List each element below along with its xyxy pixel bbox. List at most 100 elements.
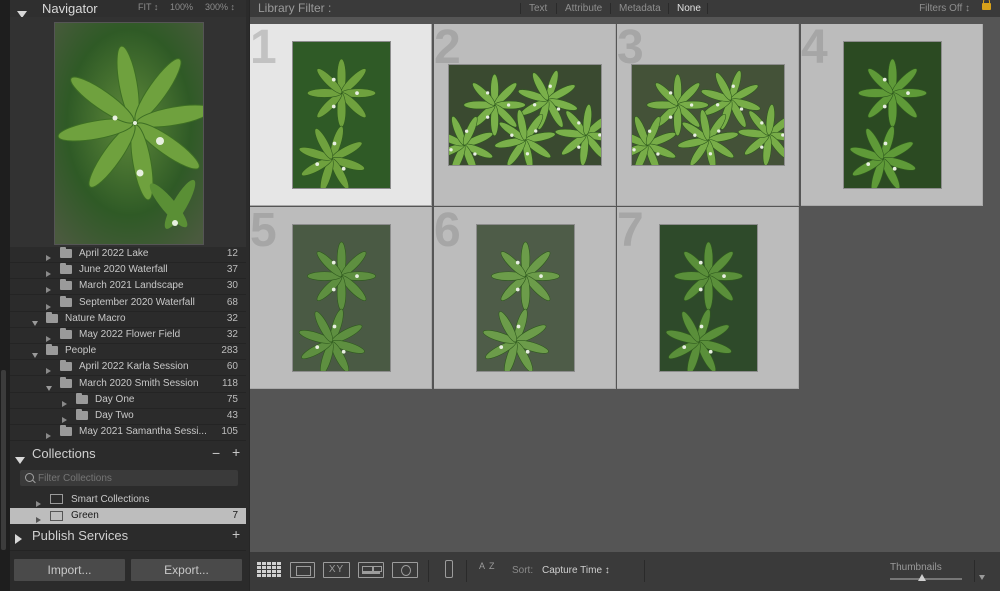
folder-icon — [46, 344, 58, 355]
filter-tab-attribute[interactable]: Attribute — [565, 0, 602, 17]
thumbnail-cell[interactable]: 6 — [434, 204, 616, 389]
publish-services-expand-icon[interactable] — [15, 531, 22, 549]
left-panel-scrollbar[interactable] — [1, 370, 6, 550]
thumbnail-grid[interactable]: 1 234 5 6 7 — [250, 17, 1000, 552]
folder-icon — [76, 409, 88, 420]
navigator-photo[interactable] — [54, 22, 213, 245]
folder-item[interactable]: Nature Macro 32 — [10, 311, 246, 327]
collections-header[interactable]: Collections − + — [10, 444, 246, 464]
cell-index-number: 4 — [801, 21, 828, 74]
folder-icon — [46, 312, 58, 323]
remove-collection-button[interactable]: − — [212, 445, 220, 461]
thumbnail-cell[interactable]: 3 — [617, 21, 799, 206]
filter-collections-input[interactable] — [38, 470, 233, 486]
collection-icon — [50, 511, 63, 521]
collection-label: Smart Collections — [71, 494, 150, 505]
painter-spray-icon[interactable] — [445, 560, 453, 578]
publish-services-header[interactable]: Publish Services + — [10, 526, 246, 546]
zoom-100-option[interactable]: 100% — [170, 2, 193, 12]
compare-view-icon[interactable]: XY — [323, 562, 350, 578]
filter-tab-none[interactable]: None — [677, 0, 701, 17]
folder-icon — [60, 425, 72, 436]
divider — [520, 3, 521, 14]
folder-icon — [60, 377, 72, 388]
folder-label: May 2021 Samantha Sessi... — [79, 426, 207, 437]
folder-count: 30 — [226, 280, 238, 291]
folder-icon — [60, 328, 72, 339]
photo-thumbnail[interactable] — [292, 224, 391, 372]
folder-label: April 2022 Lake — [79, 248, 149, 259]
thumbnail-cell[interactable]: 5 — [250, 204, 432, 389]
lock-icon[interactable] — [982, 0, 991, 10]
folder-item[interactable]: Day Two 43 — [10, 408, 246, 424]
folder-icon — [76, 393, 88, 404]
import-button[interactable]: Import... — [14, 559, 125, 581]
folder-icon — [60, 279, 72, 290]
loupe-view-icon[interactable] — [290, 562, 315, 578]
folder-count: 32 — [226, 329, 238, 340]
folder-item[interactable]: September 2020 Waterfall 68 — [10, 295, 246, 311]
collection-item-smart-collections[interactable]: Smart Collections — [10, 492, 246, 508]
cell-index-number: 7 — [617, 204, 644, 257]
folder-label: Day One — [95, 394, 135, 405]
sort-dropdown[interactable]: Capture Time ↕ — [542, 565, 610, 576]
search-icon — [25, 473, 34, 482]
divider — [707, 3, 708, 14]
photo-thumbnail[interactable] — [448, 64, 602, 166]
folder-label: September 2020 Waterfall — [79, 297, 195, 308]
sort-direction-icon[interactable]: A Z — [479, 561, 496, 571]
photo-thumbnail[interactable] — [659, 224, 758, 372]
folder-count: 32 — [226, 313, 238, 324]
collection-item-green[interactable]: Green 7 — [10, 508, 246, 524]
thumbnail-cell[interactable]: 2 — [434, 21, 616, 206]
add-publish-service-button[interactable]: + — [232, 526, 240, 542]
folder-count: 68 — [226, 297, 238, 308]
filter-collections-field[interactable] — [20, 470, 238, 486]
smart-collection-set-icon — [50, 494, 63, 504]
grid-view-icon[interactable] — [257, 562, 281, 578]
cell-index-number: 1 — [250, 21, 277, 74]
add-collection-button[interactable]: + — [232, 444, 240, 460]
publish-services-title: Publish Services — [32, 528, 129, 543]
thumbnail-cell[interactable]: 7 — [617, 204, 799, 389]
filter-tab-metadata[interactable]: Metadata — [619, 0, 661, 17]
folder-count: 75 — [226, 394, 238, 405]
thumbnail-size-slider-knob[interactable] — [918, 574, 927, 581]
folder-count: 118 — [222, 378, 238, 389]
survey-view-icon[interactable] — [358, 562, 384, 578]
folder-item[interactable]: People 283 — [10, 343, 246, 359]
navigator-header[interactable]: Navigator FIT ↕ 100% 300% ↕ — [10, 0, 246, 18]
folder-item[interactable]: March 2020 Smith Session 118 — [10, 376, 246, 392]
photo-thumbnail[interactable] — [292, 41, 391, 189]
filters-off-dropdown[interactable]: Filters Off ↕ — [919, 0, 970, 17]
divider — [10, 440, 246, 441]
folder-icon — [60, 263, 72, 274]
divider — [668, 3, 669, 14]
toolbar-menu-icon[interactable] — [979, 567, 985, 585]
folder-item[interactable]: June 2020 Waterfall 37 — [10, 262, 246, 278]
divider — [610, 3, 611, 14]
thumbnail-cell[interactable]: 1 — [250, 21, 432, 206]
folder-label: June 2020 Waterfall — [79, 264, 168, 275]
photo-thumbnail[interactable] — [843, 41, 942, 189]
divider — [974, 560, 975, 582]
folder-item[interactable]: April 2022 Karla Session 60 — [10, 359, 246, 375]
expand-icon[interactable] — [46, 429, 51, 445]
filter-tab-text[interactable]: Text — [529, 0, 547, 17]
thumbnails-label: Thumbnails — [890, 562, 942, 573]
folder-count: 37 — [226, 264, 238, 275]
thumbnail-cell[interactable]: 4 — [801, 21, 983, 206]
zoom-fit-option[interactable]: FIT ↕ — [138, 2, 158, 12]
folder-item[interactable]: May 2021 Samantha Sessi... 105 — [10, 424, 246, 440]
folder-item[interactable]: March 2021 Landscape 30 — [10, 278, 246, 294]
folder-item[interactable]: Day One 75 — [10, 392, 246, 408]
photo-thumbnail[interactable] — [631, 64, 785, 166]
export-button[interactable]: Export... — [131, 559, 242, 581]
collections-collapse-icon[interactable] — [15, 451, 25, 469]
folder-item[interactable]: April 2022 Lake 12 — [10, 246, 246, 262]
folder-item[interactable]: May 2022 Flower Field 32 — [10, 327, 246, 343]
photo-thumbnail[interactable] — [476, 224, 575, 372]
people-view-icon[interactable] — [392, 562, 418, 578]
folder-icon — [60, 247, 72, 258]
zoom-300-option[interactable]: 300% ↕ — [205, 2, 235, 12]
